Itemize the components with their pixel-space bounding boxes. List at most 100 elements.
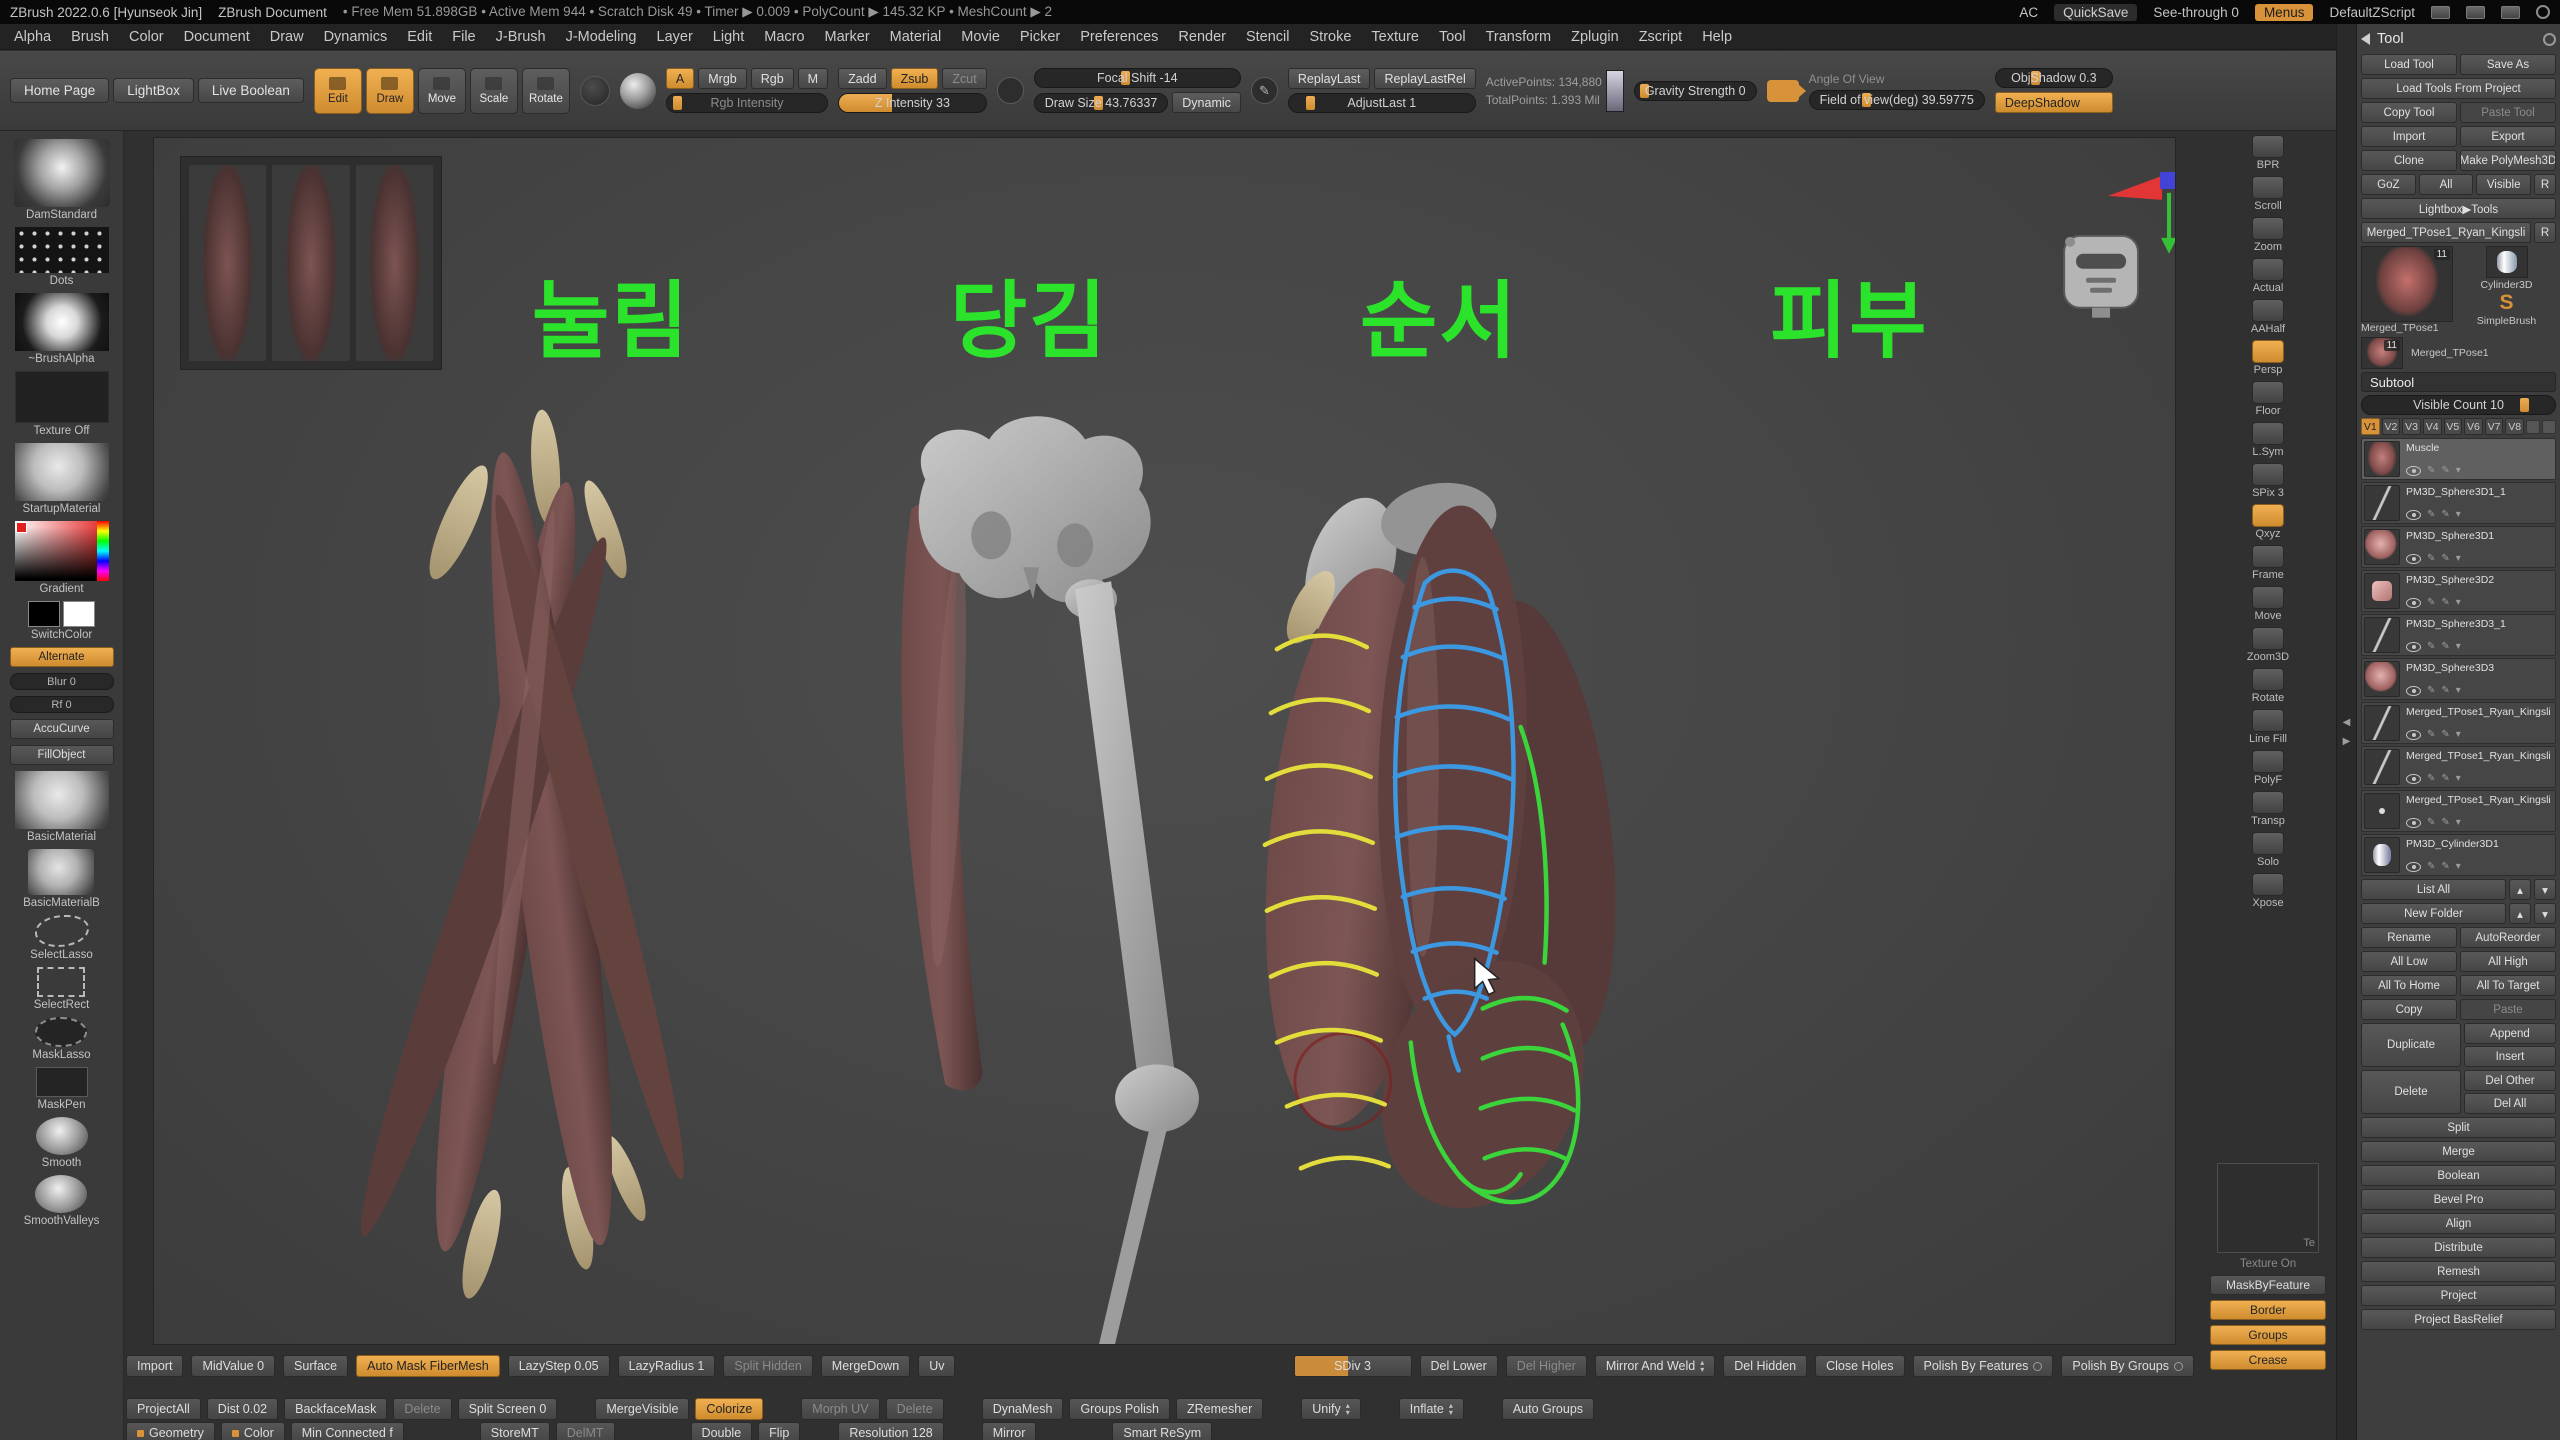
field-of-view-slider[interactable]: Field of view(deg) 39.59775 (1809, 90, 1985, 110)
basic-material-thumbnail[interactable] (15, 771, 109, 829)
bottom-button[interactable]: DynaMesh▴▾ (982, 1398, 1064, 1420)
bottom-button[interactable]: Close Holes▴▾ (1815, 1355, 1904, 1377)
eye-icon[interactable] (2406, 730, 2421, 740)
bottom-button[interactable]: Double▴▾ (691, 1422, 753, 1440)
model-muscle-fibers[interactable] (339, 409, 703, 1302)
draw-button[interactable]: Draw (366, 68, 414, 114)
mini-preview-3[interactable] (356, 165, 433, 361)
move-up-icon[interactable]: ▴ (2509, 879, 2531, 900)
shelf-button[interactable]: AAHalf (2251, 299, 2285, 335)
bottom-button[interactable]: DelMT▴▾ (556, 1422, 615, 1440)
paint-icon[interactable]: ✎ (2427, 641, 2435, 652)
bottom-button[interactable]: StoreMT▴▾ (480, 1422, 550, 1440)
shelf-button[interactable]: Actual (2252, 258, 2284, 294)
eye-icon[interactable] (2406, 554, 2421, 564)
subtool-section-header[interactable]: Subtool (2361, 372, 2556, 392)
deepshadow-button[interactable]: DeepShadow (1995, 92, 2113, 113)
goz-visible-button[interactable]: Visible (2476, 174, 2531, 195)
scale-button[interactable]: Scale (470, 68, 518, 114)
insert-button[interactable]: Insert (2464, 1046, 2556, 1067)
rf-slider[interactable]: Rf 0 (10, 696, 114, 713)
subtool-item[interactable]: PM3D_Sphere3D2 ✎ ✎ ▾ (2361, 570, 2556, 612)
bottom-button[interactable]: Import▴▾ (126, 1355, 183, 1377)
menu-item[interactable]: Alpha (4, 29, 61, 45)
menu-item[interactable]: Movie (951, 29, 1010, 45)
goz-button[interactable]: GoZ (2361, 174, 2416, 195)
select-rect-icon[interactable] (37, 967, 85, 997)
subtool-version-tab[interactable]: V8 (2505, 418, 2524, 435)
active-tool-name[interactable]: Merged_TPose1_Ryan_Kingsli (2361, 222, 2531, 243)
active-tool-thumbnail[interactable]: 11 (2361, 246, 2453, 322)
save-as-button[interactable]: Save As (2460, 54, 2556, 75)
palette-menu-icon[interactable] (2543, 33, 2556, 46)
bottom-button[interactable]: Delete▴▾ (393, 1398, 451, 1420)
m-button[interactable]: M (798, 68, 828, 89)
paste-subtool-button[interactable]: Paste (2460, 999, 2556, 1020)
sculpt-icon[interactable]: ✎ (2441, 861, 2449, 872)
menu-item[interactable]: Transform (1476, 29, 1562, 45)
bottom-button[interactable]: Del Higher▴▾ (1506, 1355, 1587, 1377)
subtool-thumbnail[interactable] (2364, 661, 2400, 697)
window-layout-icon-1[interactable] (2431, 6, 2450, 19)
ui-config-icon[interactable] (2536, 5, 2550, 19)
document-preview-thumbnail[interactable] (1606, 70, 1624, 112)
bottom-button[interactable]: Split Screen 0▴▾ (458, 1398, 558, 1420)
bottom-button[interactable]: Colorize▴▾ (695, 1398, 763, 1420)
cylinder3d-thumbnail[interactable] (2486, 246, 2528, 278)
subtool-version-tab[interactable]: V2 (2382, 418, 2401, 435)
zcut-button[interactable]: Zcut (942, 68, 986, 89)
bottom-button[interactable]: ZRemesher▴▾ (1176, 1398, 1263, 1420)
shelf-button[interactable]: Transp (2251, 791, 2285, 827)
mrgb-button[interactable]: Mrgb (698, 68, 746, 89)
adjust-last-slider[interactable]: AdjustLast 1 (1288, 93, 1476, 113)
bottom-button[interactable]: Auto Groups▴▾ (1502, 1398, 1594, 1420)
bottom-button[interactable]: Dist 0.02▴▾ (207, 1398, 278, 1420)
bottom-button[interactable]: Flip▴▾ (758, 1422, 800, 1440)
subtool-thumbnail[interactable] (2364, 617, 2400, 653)
bottom-button[interactable]: Auto Mask FiberMesh▴▾ (356, 1355, 500, 1377)
shelf-button[interactable]: L.Sym (2252, 422, 2284, 458)
eye-icon[interactable] (2406, 686, 2421, 696)
load-tool-button[interactable]: Load Tool (2361, 54, 2457, 75)
menu-item[interactable]: Layer (647, 29, 703, 45)
bottom-button[interactable]: Mirror▴▾ (982, 1422, 1037, 1440)
import-button[interactable]: Import (2361, 126, 2457, 147)
bottom-button[interactable]: Del Hidden▴▾ (1723, 1355, 1807, 1377)
sculpt-icon[interactable]: ✎ (2441, 509, 2449, 520)
make-polymesh3d-button[interactable]: Make PolyMesh3D (2460, 150, 2556, 171)
subtool-version-tab[interactable]: V6 (2464, 418, 2483, 435)
subtool-item[interactable]: Merged_TPose1_Ryan_Kingslie ✎ ✎ ▾ (2361, 746, 2556, 788)
tab-extra-icon-1[interactable] (2526, 420, 2540, 434)
bottom-button[interactable]: LazyStep 0.05▴▾ (508, 1355, 610, 1377)
paint-icon[interactable]: ✎ (2427, 729, 2435, 740)
home-page-button[interactable]: Home Page (10, 78, 109, 103)
clone-button[interactable]: Clone (2361, 150, 2457, 171)
shelf-button[interactable]: Move (2252, 586, 2284, 622)
mini-preview-2[interactable] (272, 165, 349, 361)
menu-item[interactable]: Marker (815, 29, 880, 45)
mask-pen-icon[interactable] (36, 1067, 88, 1097)
move-down-icon[interactable]: ▾ (2534, 879, 2556, 900)
bottom-button[interactable]: Surface▴▾ (283, 1355, 348, 1377)
menu-item[interactable]: Stroke (1300, 29, 1362, 45)
eye-icon[interactable] (2406, 598, 2421, 608)
zadd-button[interactable]: Zadd (838, 68, 887, 89)
paint-icon[interactable]: ✎ (2427, 685, 2435, 696)
radio-dot-icon[interactable] (2033, 1362, 2042, 1371)
edit-button[interactable]: Edit (314, 68, 362, 114)
menu-item[interactable]: Picker (1010, 29, 1070, 45)
bottom-button[interactable]: Polish By Groups▴▾ (2061, 1355, 2194, 1377)
rgb-intensity-slider[interactable]: Rgb Intensity (666, 93, 828, 113)
sculpt-icon[interactable]: ✎ (2441, 773, 2449, 784)
angle-of-view-label[interactable]: Angle Of View (1809, 72, 1985, 86)
paint-icon[interactable]: ✎ (2427, 465, 2435, 476)
document-canvas[interactable]: 눌림당김순서피부 (153, 137, 2176, 1345)
goz-r-button[interactable]: R (2534, 174, 2556, 195)
window-layout-icon-2[interactable] (2466, 6, 2485, 19)
crease-button[interactable]: Crease (2210, 1350, 2326, 1370)
menu-item[interactable]: Light (703, 29, 754, 45)
subtool-item[interactable]: PM3D_Cylinder3D1 ✎ ✎ ▾ (2361, 834, 2556, 876)
rgb-button[interactable]: Rgb (751, 68, 794, 89)
lightbox-tools-button[interactable]: Lightbox▶Tools (2361, 198, 2556, 219)
secondary-color-swatch[interactable] (63, 601, 95, 627)
